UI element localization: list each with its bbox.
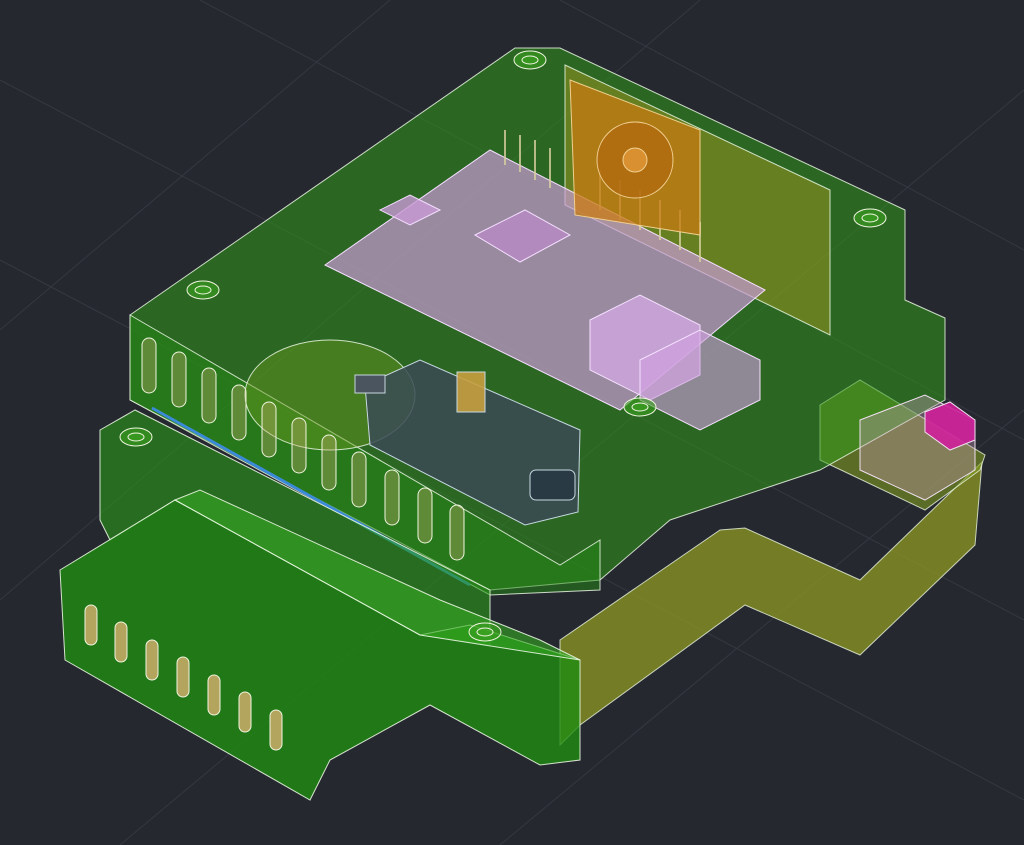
cad-viewport[interactable] bbox=[0, 0, 1024, 845]
model-render[interactable] bbox=[0, 0, 1024, 845]
